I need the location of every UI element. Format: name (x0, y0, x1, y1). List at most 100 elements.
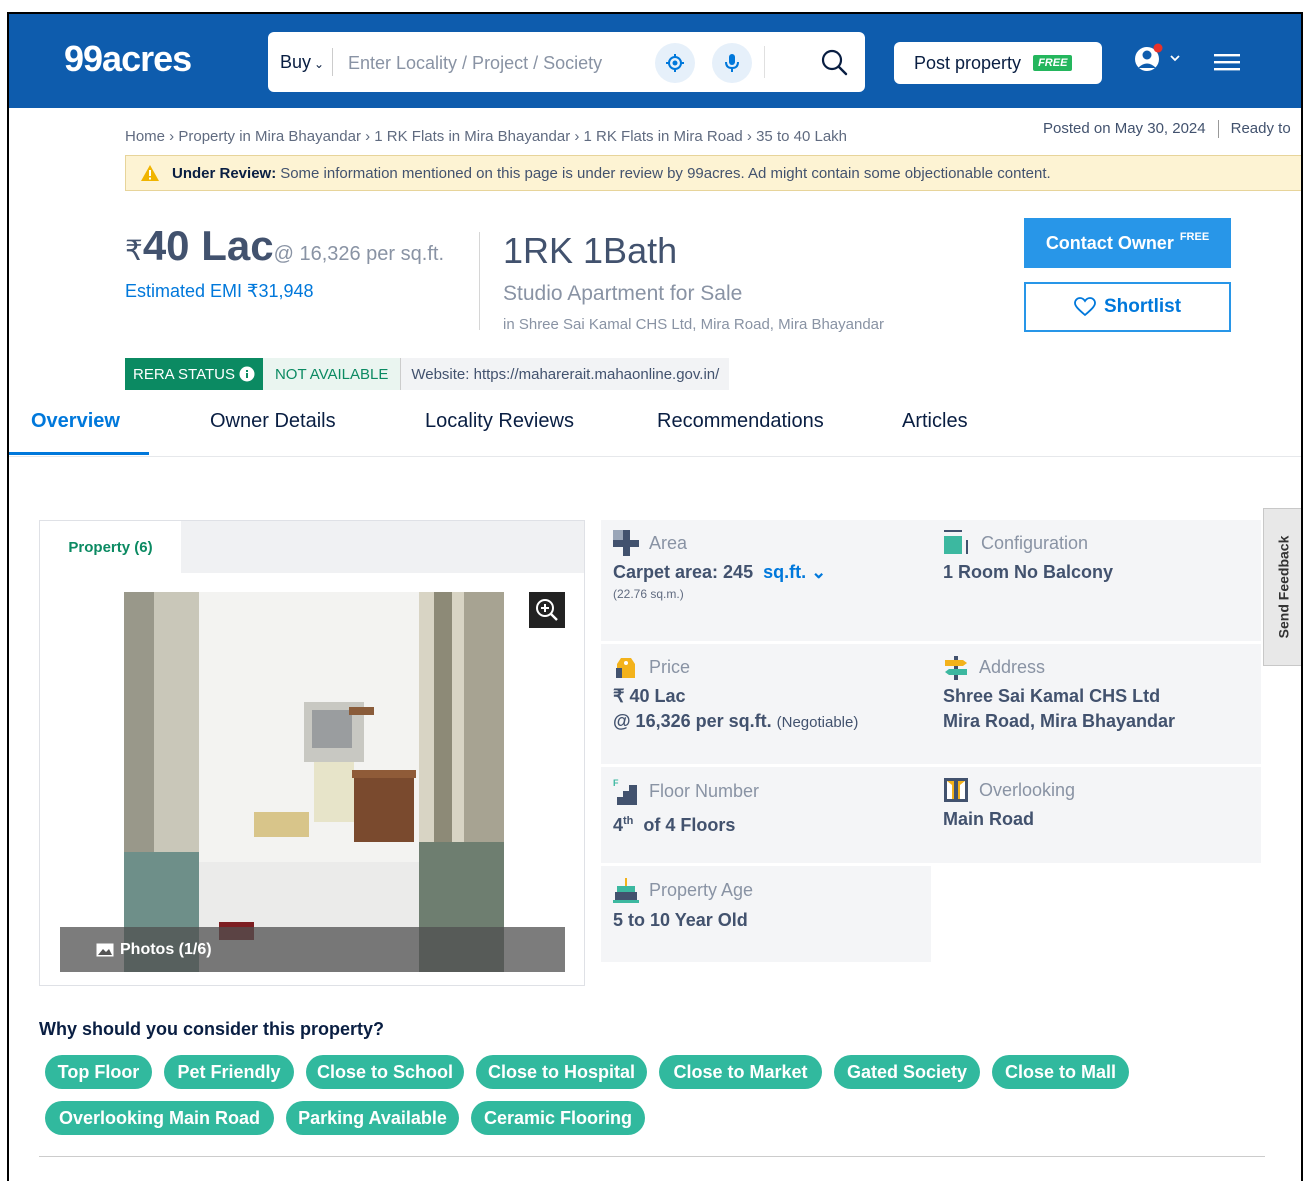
detail-price: Price ₹ 40 Lac @ 16,326 per sq.ft. (Negot… (601, 644, 931, 764)
review-title: Under Review: (172, 164, 277, 182)
search-input[interactable] (346, 46, 640, 80)
send-feedback-tab[interactable]: Send Feedback (1263, 508, 1301, 666)
search-icon[interactable] (816, 44, 852, 80)
price-detail-amount: ₹ 40 Lac (613, 686, 686, 706)
tab-locality-reviews[interactable]: Locality Reviews (425, 410, 574, 433)
rera-status-value: NOT AVAILABLE (262, 358, 401, 390)
page-frame: 99acres Buy⌄ Post property FREE (7, 12, 1303, 1181)
posted-date: Posted on May 30, 2024 (1043, 120, 1206, 137)
price-detail-value: ₹ 40 Lac @ 16,326 per sq.ft. (Negotiable) (613, 684, 919, 735)
tab-owner-details[interactable]: Owner Details (210, 410, 336, 433)
review-text: Some information mentioned on this page … (280, 164, 1051, 182)
image-icon (96, 943, 114, 956)
photo-gallery: Property (6) Photos (1/6) (39, 520, 585, 986)
chevron-down-icon: ⌄ (314, 57, 325, 71)
detail-configuration: Configuration 1 Room No Balcony (931, 520, 1261, 641)
property-photo[interactable] (124, 592, 504, 972)
area-value: Carpet area: 245 sq.ft. ⌄ (613, 560, 919, 585)
breadcrumb-item[interactable]: Home › (125, 128, 174, 145)
feature-chip: Ceramic Flooring (471, 1101, 645, 1135)
price-tag-icon (616, 658, 635, 678)
feature-chip: Overlooking Main Road (45, 1101, 274, 1135)
user-menu[interactable] (1131, 42, 1187, 81)
contact-owner-button[interactable]: Contact Owner FREE (1024, 218, 1231, 268)
divider (1217, 120, 1219, 139)
floor-label: F Floor Number (613, 777, 919, 805)
feature-chip: Pet Friendly (164, 1055, 294, 1089)
breadcrumb: Home › Property in Mira Bhayandar › 1 RK… (125, 128, 847, 145)
floor-icon: F (613, 778, 637, 805)
possession-status: Ready to (1230, 120, 1291, 137)
price-block: ₹40 Lac@ 16,326 per sq.ft. (125, 222, 444, 270)
address-label: Address (943, 654, 1249, 680)
property-title: 1RK 1Bath (503, 230, 678, 271)
breadcrumb-item[interactable]: Property in Mira Bhayandar › (178, 128, 370, 145)
feature-chip: Top Floor (45, 1055, 152, 1089)
configuration-value: 1 Room No Balcony (943, 562, 1114, 582)
price-detail-rate: @ 16,326 per sq.ft. (613, 711, 772, 731)
logo[interactable]: 99acres (64, 38, 192, 80)
property-age-value: 5 to 10 Year Old (613, 910, 748, 930)
price-value: 40 Lac (142, 222, 274, 269)
free-label: FREE (1179, 231, 1210, 243)
price-detail-rate-line: @ 16,326 per sq.ft. (Negotiable) (613, 709, 919, 735)
chevron-down-icon: ⌄ (811, 562, 827, 582)
area-label-text: Area (649, 532, 688, 553)
feature-chip: Close to Mall (992, 1055, 1129, 1089)
hamburger-menu-icon[interactable] (1214, 52, 1242, 77)
section-tabs: Overview Owner Details Locality Reviews … (9, 398, 1301, 457)
feature-chip: Parking Available (286, 1101, 459, 1135)
breadcrumb-item[interactable]: 1 RK Flats in Mira Bhayandar › (374, 128, 579, 145)
property-type: Studio Apartment for Sale (503, 282, 743, 305)
rera-status-badge[interactable]: RERA STATUS (125, 358, 263, 390)
posted-info: Posted on May 30, 2024 Ready to (1043, 120, 1291, 139)
floor-suffix: th (623, 815, 634, 827)
free-badge: FREE (1033, 55, 1073, 71)
zoom-in-icon[interactable] (529, 592, 565, 628)
carpet-area: Carpet area: 245 (613, 562, 754, 582)
photos-label: Photos (1/6) (120, 940, 212, 958)
rera-website[interactable]: Website: https://maharerait.mahaonline.g… (400, 358, 730, 390)
shortlist-button[interactable]: Shortlist (1024, 282, 1231, 332)
emi-link[interactable]: Estimated EMI ₹31,948 (125, 281, 314, 302)
breadcrumb-item[interactable]: 35 to 40 Lakh (756, 128, 847, 145)
active-tab-indicator (9, 452, 149, 455)
area-unit-dropdown[interactable]: sq.ft. ⌄ (763, 562, 826, 582)
tab-recommendations[interactable]: Recommendations (657, 410, 824, 433)
address-line2: Mira Road, Mira Bhayandar (943, 711, 1176, 731)
floor-label-text: Floor Number (649, 780, 760, 801)
tab-articles[interactable]: Articles (902, 410, 968, 433)
location-icon[interactable] (655, 43, 695, 83)
address-label-text: Address (979, 656, 1046, 677)
gallery-tabs: Property (6) (40, 521, 584, 573)
detail-floor: F Floor Number 4th of 4 Floors (601, 767, 931, 863)
cake-icon (613, 878, 639, 903)
buy-dropdown[interactable]: Buy ⌄ (280, 52, 324, 73)
shortlist-label: Shortlist (1103, 296, 1182, 317)
negotiable-label: (Negotiable) (776, 714, 859, 731)
tab-overview[interactable]: Overview (31, 410, 120, 433)
post-property-label: Post property (914, 52, 1022, 73)
feature-chip: Close to Market (659, 1055, 822, 1089)
breadcrumb-item[interactable]: 1 RK Flats in Mira Road › (584, 128, 752, 145)
rera-label: RERA STATUS (133, 365, 235, 383)
post-property-button[interactable]: Post property FREE (894, 42, 1102, 84)
address-value: Shree Sai Kamal CHS Ltd Mira Road, Mira B… (943, 684, 1249, 734)
detail-property-age: Property Age 5 to 10 Year Old (601, 866, 931, 962)
floor-number: 4 (613, 815, 624, 835)
currency-symbol: ₹ (125, 235, 143, 266)
photos-counter-bar[interactable]: Photos (1/6) (60, 927, 565, 972)
property-age-label-text: Property Age (649, 879, 754, 900)
price-label-text: Price (649, 656, 691, 677)
heart-icon (1074, 297, 1096, 317)
microphone-icon[interactable] (712, 43, 752, 83)
why-consider-heading: Why should you consider this property? (39, 1019, 385, 1039)
price-per-sqft: @ 16,326 per sq.ft. (273, 243, 444, 265)
contact-owner-label: Contact Owner (1045, 232, 1174, 253)
warning-icon (141, 165, 159, 181)
configuration-label-text: Configuration (981, 532, 1089, 553)
property-location: in Shree Sai Kamal CHS Ltd, Mira Road, M… (503, 316, 885, 333)
detail-area: Area Carpet area: 245 sq.ft. ⌄ (22.76 sq.… (601, 520, 931, 641)
overlooking-value: Main Road (943, 809, 1035, 829)
tab-property-photos[interactable]: Property (6) (40, 521, 181, 573)
